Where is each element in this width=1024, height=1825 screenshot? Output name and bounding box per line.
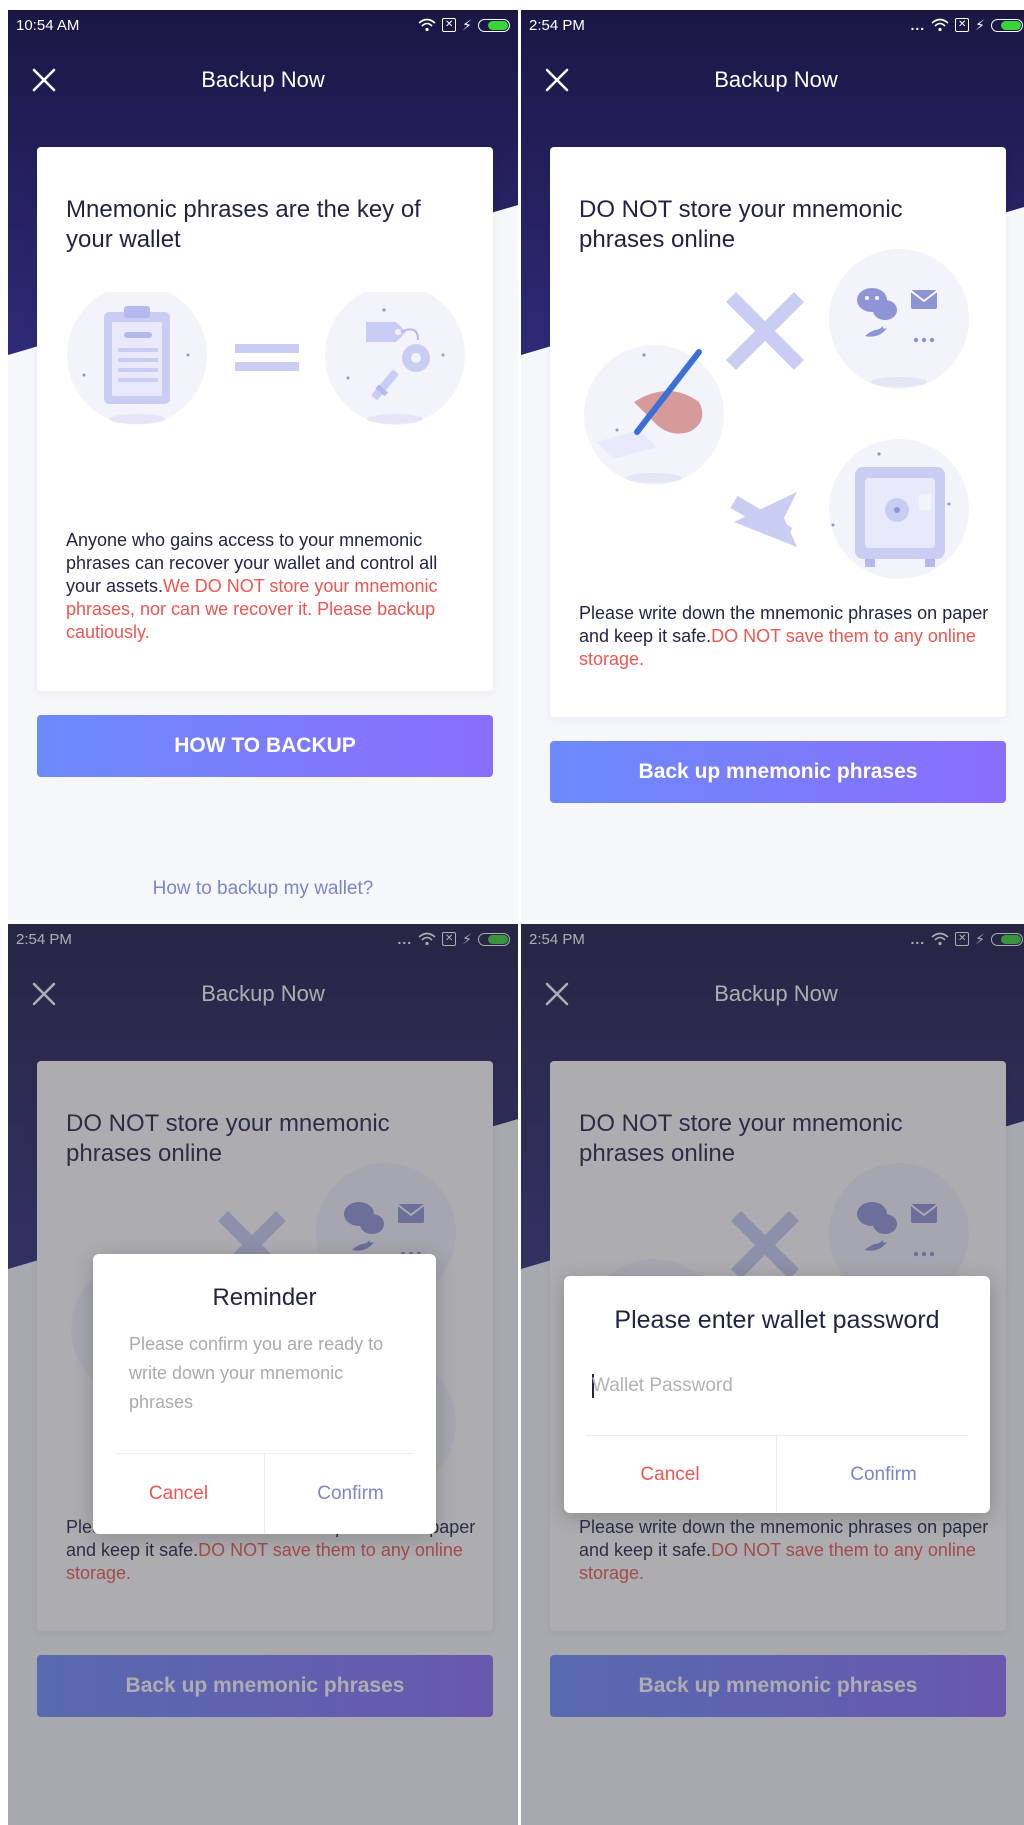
no-sim-icon: ✕ [955, 18, 970, 32]
more-icon [913, 337, 935, 343]
how-to-backup-link[interactable]: How to backup my wallet? [8, 878, 518, 900]
screen-backup-warning: 2:54 PM ... ✕ ⚡ Backup Now DO NOT store … [521, 10, 1024, 920]
more-notifications-icon: ... [910, 17, 926, 33]
top-bar: Backup Now [8, 50, 518, 110]
cross-icon [726, 292, 804, 370]
status-time: 10:54 AM [16, 16, 80, 34]
battery-icon [991, 18, 1023, 32]
info-card: DO NOT store your mnemonic phrases onlin… [550, 147, 1006, 717]
page-title: Backup Now [714, 67, 838, 92]
screen-backup-intro: 10:54 AM ✕ ⚡ Backup Now Mnemonic phrases… [8, 10, 518, 920]
card-body: Please write down the mnemonic phrases o… [579, 602, 989, 671]
status-bar: 10:54 AM ✕ ⚡ [8, 10, 518, 40]
arrow-icon [730, 492, 797, 547]
status-bar: 2:54 PM ... ✕ ⚡ [521, 10, 1024, 40]
dialog-title: Please enter wallet password [614, 1306, 940, 1334]
mail-icon [910, 290, 938, 309]
key-illustration [67, 292, 465, 425]
confirm-button[interactable]: Confirm [265, 1454, 436, 1534]
close-icon[interactable] [28, 64, 60, 96]
cancel-button[interactable]: Cancel [93, 1454, 264, 1534]
charging-icon: ⚡ [975, 16, 985, 33]
backup-mnemonic-button[interactable]: Back up mnemonic phrases [550, 741, 1006, 803]
how-to-backup-button[interactable]: HOW TO BACKUP [37, 715, 493, 777]
info-card: Mnemonic phrases are the key of your wal… [37, 147, 493, 691]
no-sim-icon: ✕ [442, 18, 457, 32]
wifi-icon [931, 18, 949, 32]
clipboard-icon [104, 306, 170, 404]
page-title: Backup Now [201, 67, 325, 92]
close-icon[interactable] [541, 64, 573, 96]
screen-password-dialog: 2:54 PM ... ✕ ⚡ Backup Now DO NOT store … [521, 924, 1024, 1825]
reminder-dialog: Reminder Please confirm you are ready to… [93, 1254, 436, 1534]
card-title: Mnemonic phrases are the key of your wal… [66, 196, 421, 253]
storage-illustration [584, 249, 969, 579]
password-dialog: Please enter wallet password Cancel Conf… [564, 1276, 990, 1513]
top-bar: Backup Now [521, 50, 1024, 110]
safe-icon [855, 467, 945, 567]
status-time: 2:54 PM [529, 16, 585, 34]
dialog-title: Reminder [212, 1284, 317, 1311]
confirm-button[interactable]: Confirm [777, 1436, 990, 1513]
charging-icon: ⚡ [462, 16, 472, 33]
wifi-icon [418, 18, 436, 32]
dialog-message: Please confirm you are ready to write do… [129, 1334, 384, 1412]
screen-reminder-dialog: 2:54 PM ... ✕ ⚡ Backup Now DO NOT store … [8, 924, 518, 1825]
card-body: Anyone who gains access to your mnemonic… [66, 529, 476, 644]
battery-icon [478, 18, 510, 32]
wallet-password-input[interactable] [592, 1370, 962, 1402]
cancel-button[interactable]: Cancel [564, 1436, 776, 1513]
equals-icon [235, 344, 299, 371]
